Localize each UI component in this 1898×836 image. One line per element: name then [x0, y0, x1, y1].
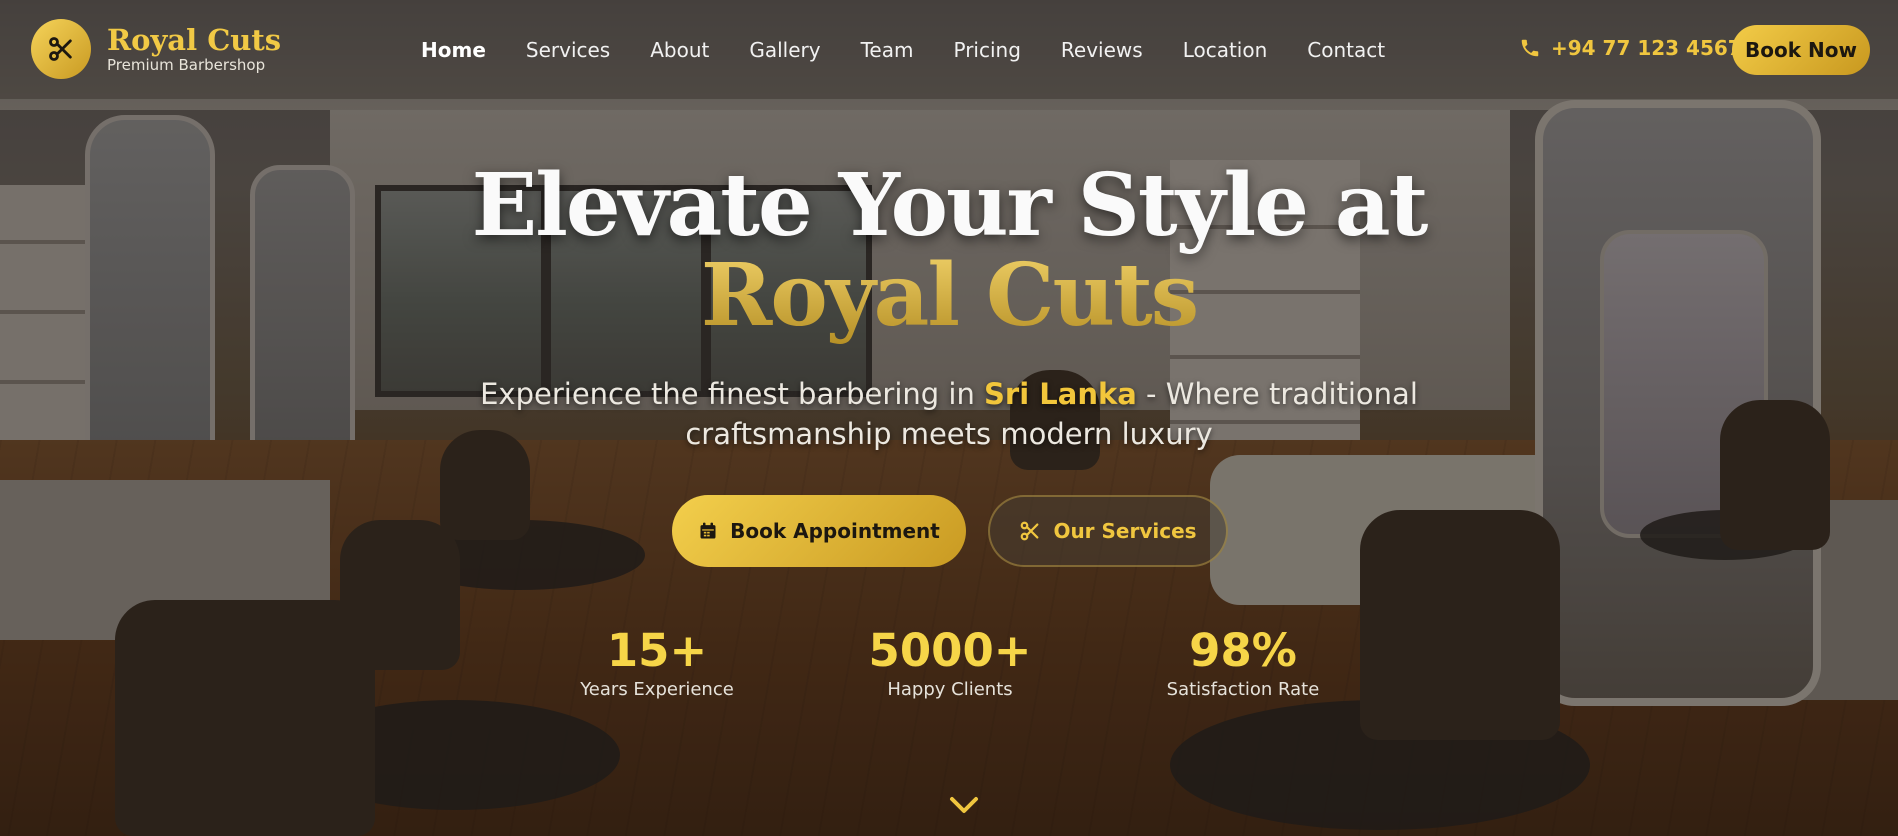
brand-tagline: Premium Barbershop: [107, 56, 266, 74]
hero-title-line1: Elevate Your Style at: [471, 155, 1429, 256]
our-services-label: Our Services: [1053, 519, 1197, 543]
nav-gallery[interactable]: Gallery: [749, 36, 820, 64]
nav-reviews[interactable]: Reviews: [1061, 36, 1143, 64]
nav-home[interactable]: Home: [421, 36, 486, 64]
site-header: Royal Cuts Premium Barbershop Home Servi…: [0, 0, 1898, 100]
stat-value: 5000+: [868, 624, 1032, 677]
nav-contact[interactable]: Contact: [1307, 36, 1385, 64]
nav-pricing[interactable]: Pricing: [953, 36, 1020, 64]
logo-link[interactable]: Royal Cuts Premium Barbershop: [31, 19, 281, 79]
stat-label: Happy Clients: [887, 679, 1013, 700]
book-appointment-label: Book Appointment: [730, 519, 940, 543]
subtitle-highlight: Sri Lanka: [984, 377, 1137, 411]
our-services-button[interactable]: Our Services: [988, 495, 1228, 567]
scroll-down-button[interactable]: [946, 791, 982, 819]
subtitle-text-start: Experience the finest barbering in: [480, 377, 985, 411]
nav-about[interactable]: About: [650, 36, 709, 64]
phone-number: +94 77 123 4567: [1551, 36, 1742, 60]
scissors-icon: [1021, 521, 1039, 541]
book-appointment-button[interactable]: Book Appointment: [672, 495, 966, 567]
calendar-icon: [700, 522, 716, 539]
stat-label: Satisfaction Rate: [1166, 679, 1320, 700]
hero-title-line2: Royal Cuts: [0, 245, 1898, 346]
nav-services[interactable]: Services: [526, 36, 610, 64]
stat-years-experience: 15+ Years Experience: [537, 624, 777, 702]
nav-team[interactable]: Team: [861, 36, 914, 64]
scissors-icon: [31, 19, 91, 79]
phone-link[interactable]: +94 77 123 4567: [1519, 36, 1742, 60]
stat-value: 98%: [1189, 624, 1297, 677]
phone-icon: [1521, 39, 1539, 57]
hero-subtitle: Experience the finest barbering in Sri L…: [449, 374, 1449, 454]
stat-label: Years Experience: [580, 679, 734, 700]
nav-location[interactable]: Location: [1183, 36, 1268, 64]
chevron-down-icon: [950, 797, 978, 813]
brand-name: Royal Cuts: [107, 23, 282, 57]
book-now-button[interactable]: Book Now: [1732, 25, 1870, 75]
stat-satisfaction-rate: 98% Satisfaction Rate: [1123, 624, 1363, 702]
stat-happy-clients: 5000+ Happy Clients: [830, 624, 1070, 702]
stat-value: 15+: [606, 624, 708, 677]
main-nav: Home Services About Gallery Team Pricing…: [421, 36, 1425, 64]
